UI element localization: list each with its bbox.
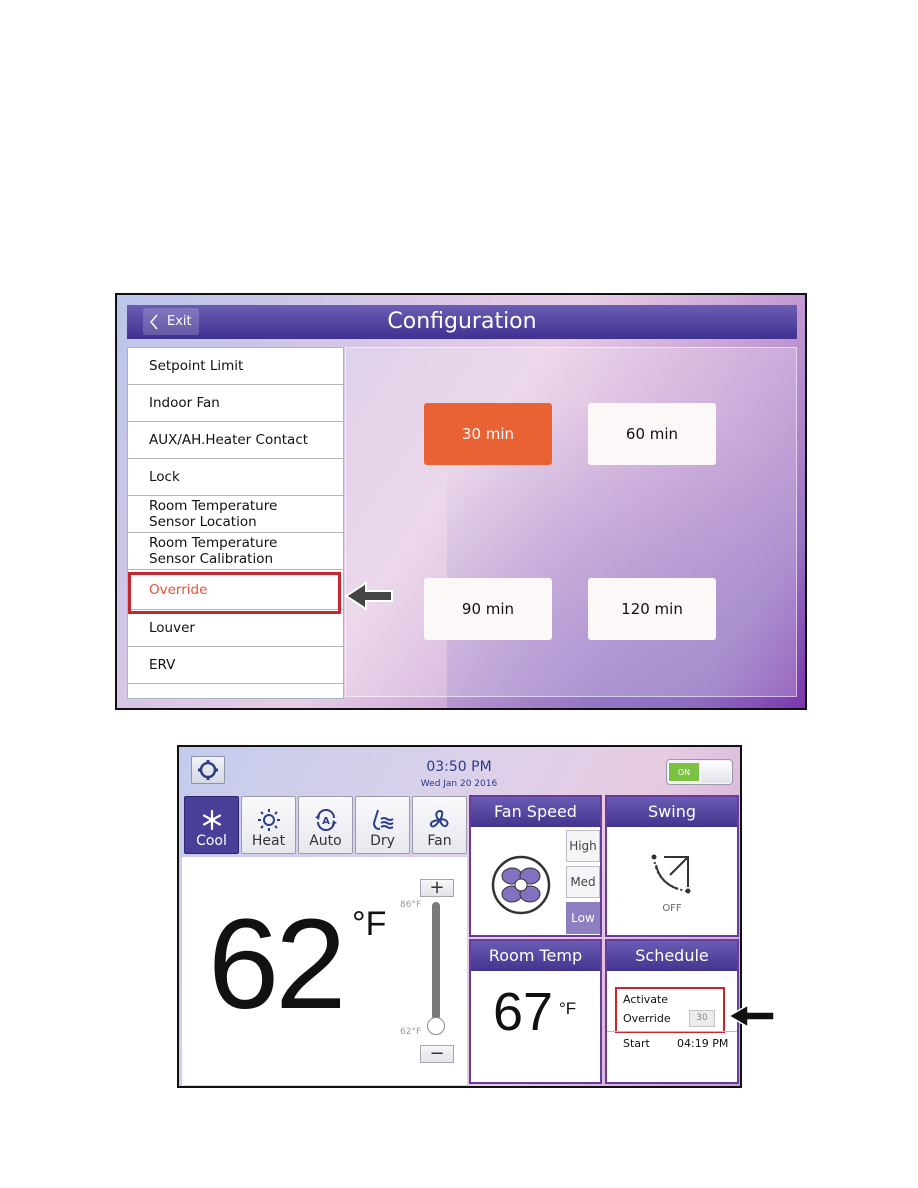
- menu-item-label: Room Temperature: [149, 498, 278, 514]
- menu-item-sensor-location[interactable]: Room Temperature Sensor Location: [128, 496, 343, 533]
- menu-item-louver[interactable]: Louver: [128, 610, 343, 647]
- menu-item-label: Setpoint Limit: [149, 358, 244, 374]
- increase-temp-button[interactable]: +: [420, 879, 454, 897]
- menu-item-label: Room Temperature: [149, 535, 278, 551]
- temp-slider-track[interactable]: [432, 902, 440, 1020]
- fan-speed-high-button[interactable]: High: [566, 830, 600, 862]
- start-label: Start: [623, 1037, 650, 1050]
- menu-item-label: Indoor Fan: [149, 395, 220, 411]
- swing-arrow-icon: [651, 854, 691, 894]
- fan-blades-icon: [491, 855, 551, 915]
- slider-max-label: 86°F: [400, 900, 422, 910]
- divider: [607, 1031, 737, 1032]
- setpoint-value: 62: [208, 893, 346, 1036]
- setpoint-unit: °F: [352, 905, 387, 943]
- menu-item-label: Lock: [149, 469, 180, 485]
- fan-speed-title: Fan Speed: [471, 797, 600, 827]
- thermostat-main-screen: 03:50 PM Wed Jan 20 2016 ON Cool Heat A …: [177, 745, 742, 1088]
- gear-icon: [198, 760, 218, 780]
- swing-title: Swing: [607, 797, 737, 827]
- water-drop-icon: [372, 809, 394, 830]
- page-title: Configuration: [387, 309, 537, 334]
- config-header: Exit Configuration: [127, 305, 797, 339]
- configuration-screen: Exit Configuration Setpoint Limit Indoor…: [115, 293, 807, 710]
- room-temp-unit: °F: [559, 999, 577, 1018]
- menu-item-label: ERV: [149, 657, 176, 673]
- menu-item-aux-heater-contact[interactable]: AUX/AH.Heater Contact: [128, 422, 343, 459]
- option-30-min[interactable]: 30 min: [424, 403, 552, 465]
- menu-item-label: Sensor Location: [149, 514, 257, 530]
- option-60-min[interactable]: 60 min: [588, 403, 716, 465]
- menu-item-label: Override: [149, 581, 208, 598]
- menu-item-label: AUX/AH.Heater Contact: [149, 432, 309, 448]
- mode-cool-button[interactable]: Cool: [184, 796, 239, 854]
- power-toggle-knob: [701, 761, 731, 783]
- mode-label: Auto: [309, 833, 342, 849]
- settings-button[interactable]: [191, 756, 225, 784]
- schedule-title: Schedule: [607, 941, 737, 971]
- sun-icon: [257, 809, 280, 831]
- menu-item-label: Louver: [149, 620, 195, 636]
- exit-label: Exit: [167, 314, 192, 329]
- temp-slider-thumb[interactable]: [427, 1017, 445, 1035]
- fan-icon: [429, 809, 448, 828]
- menu-item-erv[interactable]: ERV: [128, 647, 343, 684]
- menu-item-label: Sensor Calibration: [149, 551, 274, 567]
- mode-label: Fan: [427, 833, 452, 849]
- power-toggle-label: ON: [669, 763, 699, 781]
- setpoint-panel: 62 °F + 86°F 62°F −: [182, 857, 467, 1085]
- decrease-temp-button[interactable]: −: [420, 1045, 454, 1063]
- mode-selector: Cool Heat A Auto Dry Fan: [184, 796, 467, 856]
- override-highlight-box: [615, 987, 725, 1033]
- clock-time: 03:50 PM: [426, 759, 492, 775]
- mode-heat-button[interactable]: Heat: [241, 796, 296, 854]
- mode-label: Cool: [196, 833, 227, 849]
- fan-speed-tile: Fan Speed High Med Low: [469, 795, 602, 937]
- power-toggle[interactable]: ON: [666, 759, 733, 785]
- auto-cycle-icon: A: [314, 809, 337, 831]
- room-temp-value: 67: [493, 982, 554, 1042]
- override-options-panel: 30 min 60 min 90 min 120 min: [345, 347, 797, 697]
- option-90-min[interactable]: 90 min: [424, 578, 552, 640]
- pointer-arrow-icon: [728, 1004, 775, 1028]
- room-temp-title: Room Temp: [471, 941, 600, 971]
- fan-speed-med-button[interactable]: Med: [566, 866, 600, 898]
- svg-text:A: A: [322, 816, 330, 827]
- menu-item-indoor-fan[interactable]: Indoor Fan: [128, 385, 343, 422]
- room-temp-tile: Room Temp 67 °F: [469, 939, 602, 1084]
- swing-tile[interactable]: Swing OFF: [605, 795, 739, 937]
- menu-item-setpoint-limit[interactable]: Setpoint Limit: [128, 348, 343, 385]
- snowflake-icon: [202, 809, 221, 831]
- menu-item-lock[interactable]: Lock: [128, 459, 343, 496]
- mode-label: Heat: [251, 833, 286, 849]
- mode-auto-button[interactable]: A Auto: [298, 796, 353, 854]
- swing-status: OFF: [662, 903, 682, 914]
- exit-button[interactable]: Exit: [143, 308, 199, 335]
- fan-speed-low-button[interactable]: Low: [566, 902, 600, 934]
- menu-item-override[interactable]: Override: [128, 570, 343, 610]
- chevron-left-icon: [150, 314, 158, 329]
- option-120-min[interactable]: 120 min: [588, 578, 716, 640]
- start-time: 04:19 PM: [677, 1037, 729, 1050]
- mode-label: Dry: [370, 833, 395, 849]
- slider-min-label: 62°F: [400, 1027, 422, 1037]
- clock-date: Wed Jan 20 2016: [420, 779, 498, 789]
- schedule-tile: Schedule Activate Override 30 Start 04:1…: [605, 939, 739, 1084]
- menu-item-sensor-calibration[interactable]: Room Temperature Sensor Calibration: [128, 533, 343, 570]
- mode-fan-button[interactable]: Fan: [412, 796, 467, 854]
- mode-dry-button[interactable]: Dry: [355, 796, 410, 854]
- config-menu: Setpoint Limit Indoor Fan AUX/AH.Heater …: [127, 347, 344, 699]
